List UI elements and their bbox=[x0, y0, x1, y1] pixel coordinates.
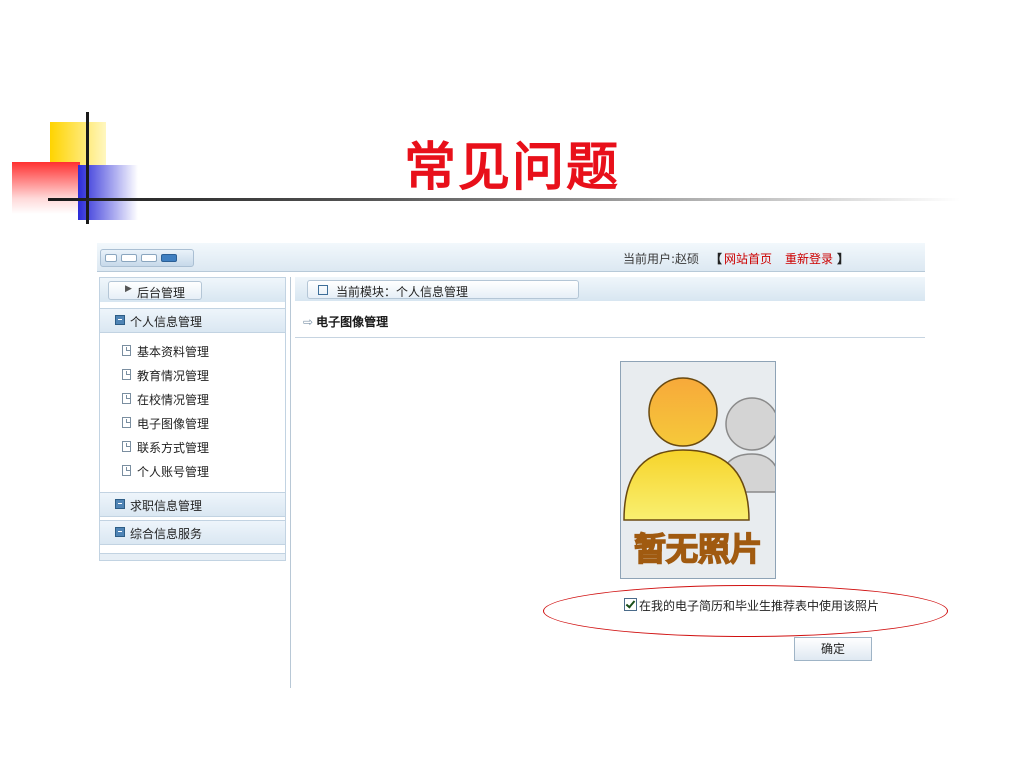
sidebar-item-label: 个人账号管理 bbox=[137, 465, 210, 479]
section-divider bbox=[295, 337, 925, 338]
sidebar-item-basic-info[interactable]: 基本资料管理 bbox=[122, 342, 272, 360]
section-title-label: 电子图像管理 bbox=[316, 315, 389, 329]
main-header: 当前模块：个人信息管理 bbox=[295, 277, 925, 301]
top-bar: 当前用户:赵硕 【 网站首页 重新登录 】 bbox=[97, 243, 925, 272]
sidebar-item-contact[interactable]: 联系方式管理 bbox=[122, 438, 272, 456]
sidebar: ▶ 后台管理 个人信息管理 基本资料管理 教育情况管理 在校情况管理 电子图像管… bbox=[99, 277, 286, 561]
sidebar-item-label: 在校情况管理 bbox=[137, 393, 210, 407]
collapse-icon bbox=[115, 315, 125, 325]
bracket-open: 【 bbox=[710, 252, 723, 266]
group-label: 个人信息管理 bbox=[130, 315, 203, 329]
sidebar-item-label: 教育情况管理 bbox=[137, 369, 210, 383]
relogin-link[interactable]: 重新登录 bbox=[785, 250, 833, 267]
sidebar-item-account[interactable]: 个人账号管理 bbox=[122, 462, 272, 480]
document-icon bbox=[122, 417, 131, 428]
document-icon bbox=[122, 393, 131, 404]
bracket-close: 】 bbox=[837, 252, 850, 266]
highlight-ellipse bbox=[543, 585, 948, 637]
backend-admin-label: 后台管理 bbox=[137, 286, 186, 300]
document-icon bbox=[122, 441, 131, 452]
breadcrumb: 当前模块：个人信息管理 bbox=[307, 280, 579, 299]
sidebar-item-education[interactable]: 教育情况管理 bbox=[122, 366, 272, 384]
expand-icon bbox=[115, 499, 125, 509]
home-link[interactable]: 网站首页 bbox=[724, 250, 772, 267]
no-photo-text: 暂无照片 bbox=[634, 530, 762, 568]
sidebar-item-label: 联系方式管理 bbox=[137, 441, 210, 455]
play-triangle-icon: ▶ bbox=[125, 284, 132, 294]
document-icon bbox=[122, 465, 131, 476]
photo-placeholder: 暂无照片 bbox=[620, 361, 782, 579]
sidebar-header: ▶ 后台管理 bbox=[100, 278, 285, 302]
sidebar-group-job-info[interactable]: 求职信息管理 bbox=[100, 492, 285, 517]
sidebar-footer bbox=[100, 553, 285, 560]
document-icon bbox=[122, 345, 131, 356]
section-title: ⇨ 电子图像管理 bbox=[303, 313, 388, 330]
sidebar-group-services[interactable]: 综合信息服务 bbox=[100, 520, 285, 545]
sidebar-item-label: 基本资料管理 bbox=[137, 345, 210, 359]
no-photo-avatar-icon: 暂无照片 bbox=[621, 362, 782, 578]
document-icon bbox=[122, 369, 131, 380]
backend-admin-button[interactable]: ▶ 后台管理 bbox=[108, 281, 202, 300]
arrow-icon: ⇨ bbox=[303, 315, 314, 329]
content-divider bbox=[290, 277, 291, 688]
expand-icon bbox=[115, 527, 125, 537]
sidebar-item-campus[interactable]: 在校情况管理 bbox=[122, 390, 272, 408]
module-icon bbox=[318, 285, 328, 295]
confirm-button[interactable]: 确定 bbox=[794, 637, 872, 661]
sidebar-group-personal-info[interactable]: 个人信息管理 bbox=[100, 308, 285, 333]
group-label: 求职信息管理 bbox=[130, 499, 203, 513]
sidebar-item-label: 电子图像管理 bbox=[137, 417, 210, 431]
system-logo-icon bbox=[100, 249, 194, 267]
group-label: 综合信息服务 bbox=[130, 527, 203, 541]
sidebar-item-photo[interactable]: 电子图像管理 bbox=[122, 414, 272, 432]
current-user-label: 当前用户:赵硕 bbox=[623, 252, 700, 266]
breadcrumb-label: 当前模块：个人信息管理 bbox=[336, 285, 469, 299]
slide-title: 常见问题 bbox=[403, 138, 620, 198]
